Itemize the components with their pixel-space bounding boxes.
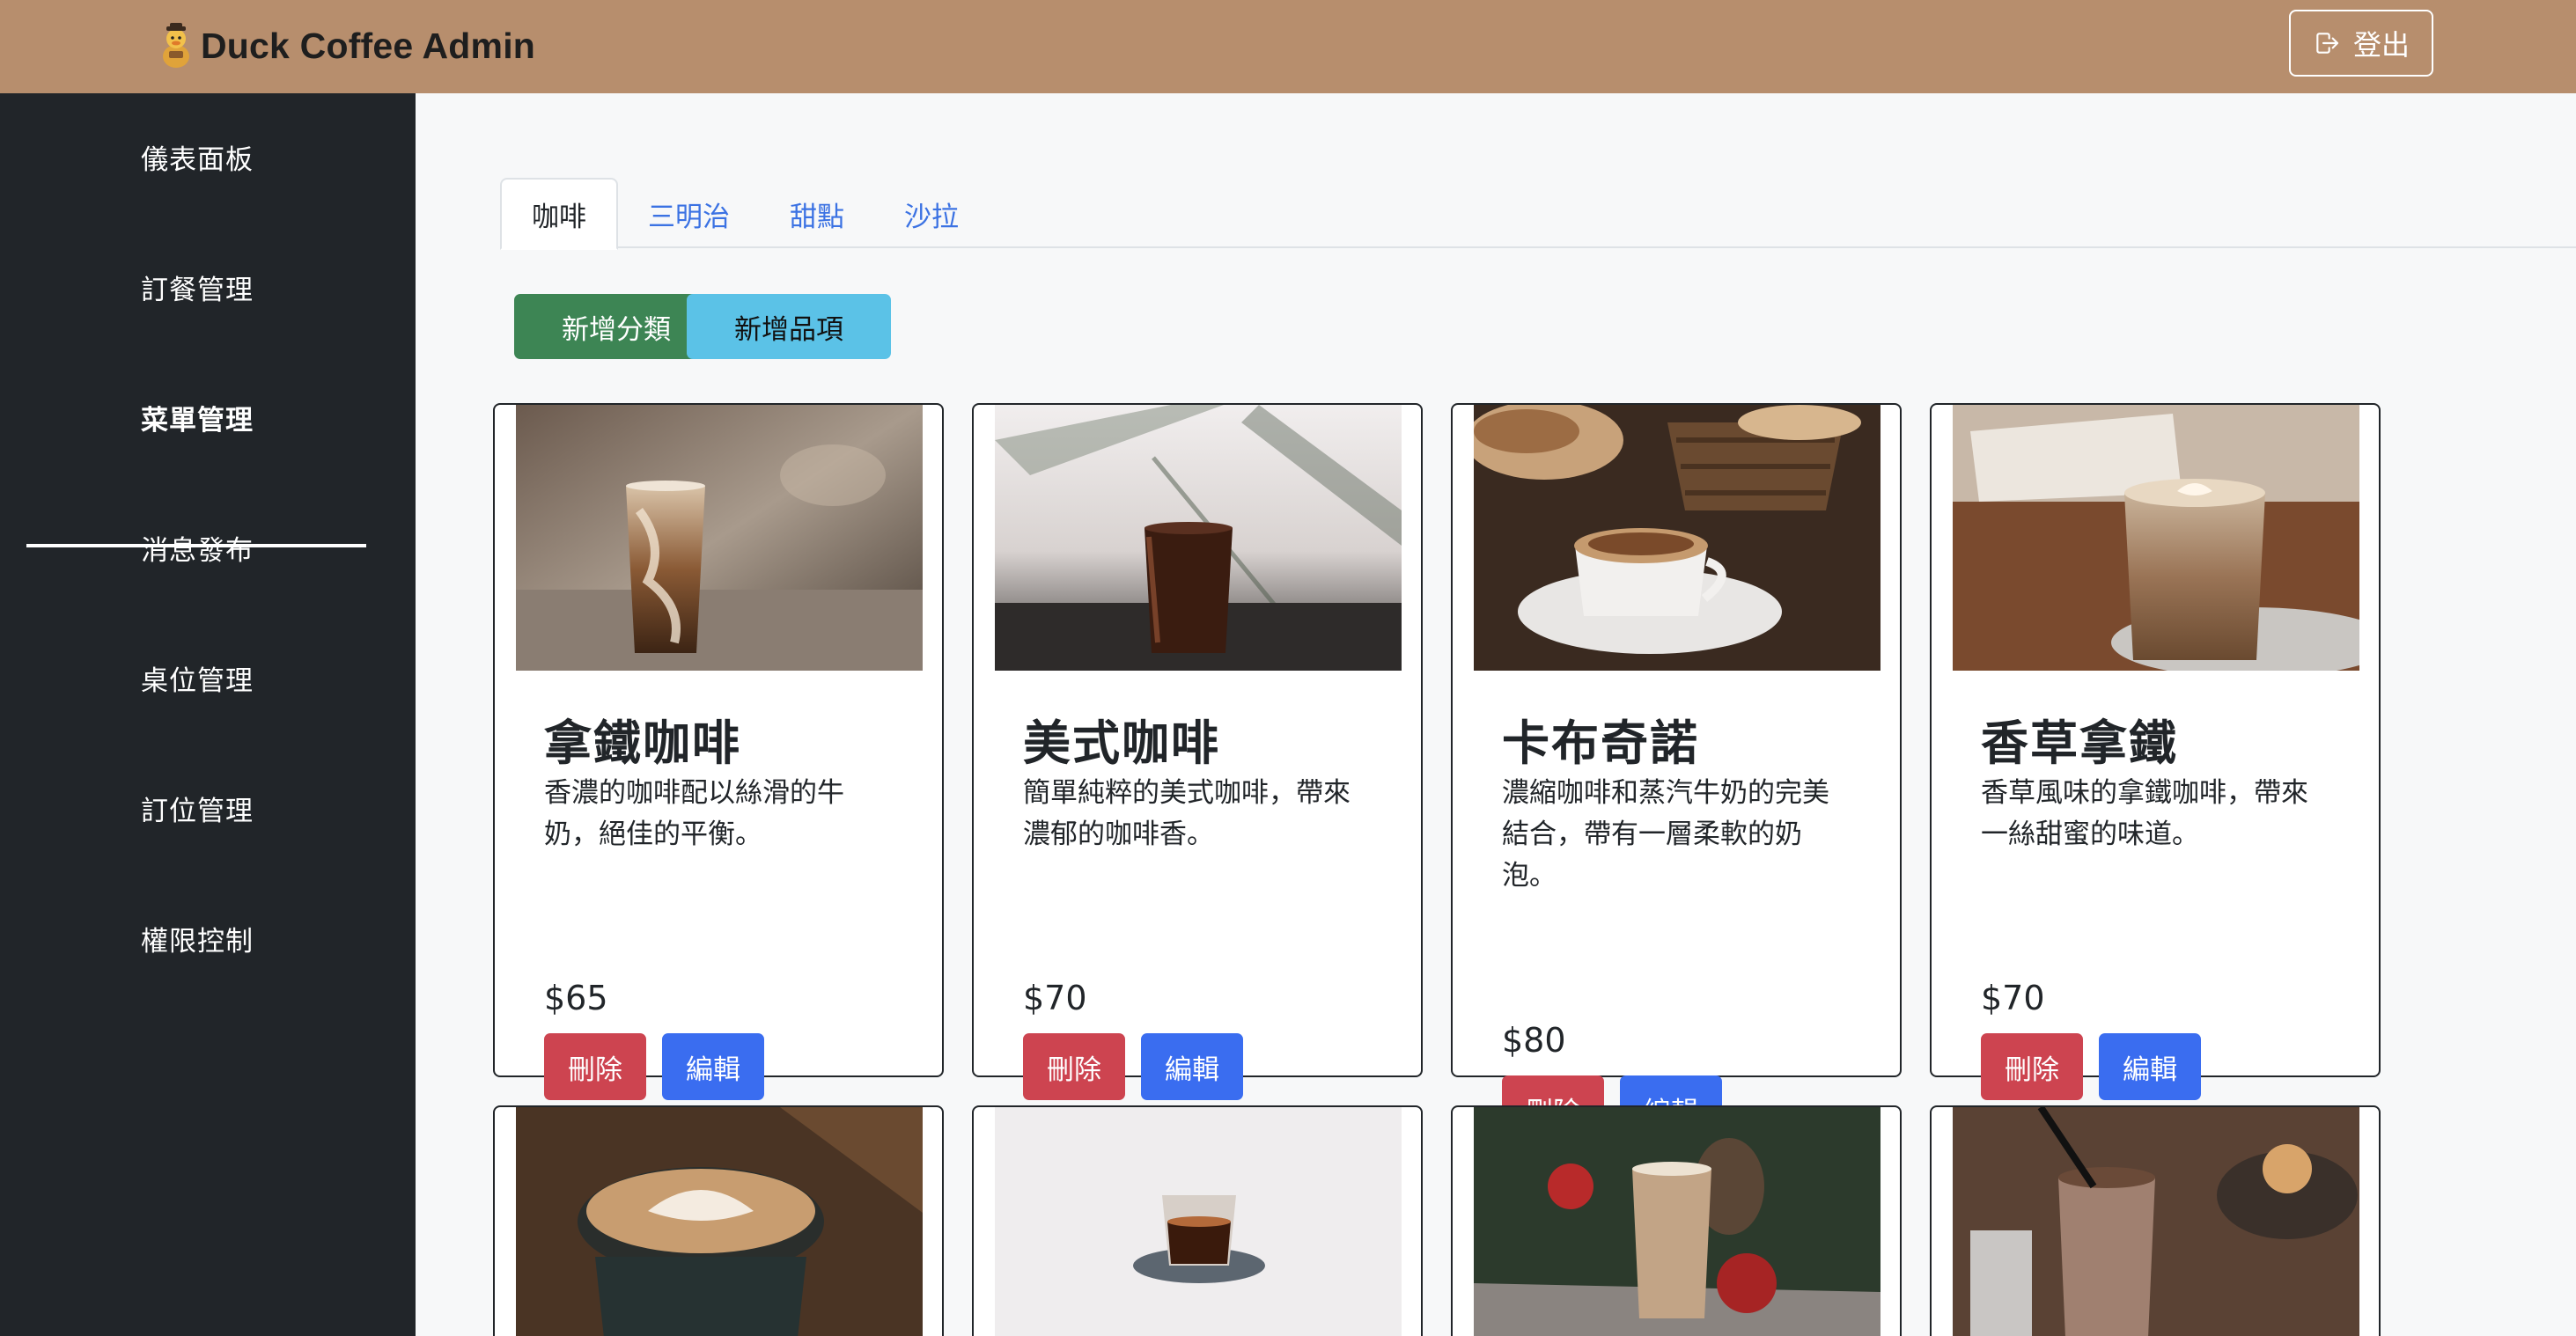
delete-button[interactable]: 刪除 xyxy=(1023,1033,1125,1100)
cappuccino-photo xyxy=(1474,405,1880,671)
menu-item-card: 卡布奇諾 濃縮咖啡和蒸汽牛奶的完美 結合，帶有一層柔軟的奶 泡。 $80 刪除 … xyxy=(1451,403,1902,1142)
sidebar-item-permissions[interactable]: 權限控制 xyxy=(26,903,366,973)
sidebar-item-label: 權限控制 xyxy=(141,925,254,958)
item-price: $65 xyxy=(544,979,608,1017)
sidebar-item-label: 菜單管理 xyxy=(141,404,254,437)
description-line: 濃縮咖啡和蒸汽牛奶的完美 xyxy=(1502,777,1829,809)
main-content: 咖啡 三明治 甜點 沙拉 新增分類 新增品項 拿鐵咖啡 香濃的咖啡配以絲滑的牛 … xyxy=(416,93,2576,1336)
latte-photo xyxy=(516,405,923,671)
menu-item-card: 拿鐵咖啡 香濃的咖啡配以絲滑的牛 奶，絕佳的平衡。 $65 刪除 編輯 xyxy=(493,403,944,1100)
sidebar-item-menu[interactable]: 菜單管理 xyxy=(26,382,366,452)
logout-button[interactable]: 登出 xyxy=(2289,10,2433,77)
description-line: 濃郁的咖啡香。 xyxy=(1023,818,1214,850)
description-line: 一絲甜蜜的味道。 xyxy=(1981,818,2199,850)
flat-white-photo xyxy=(516,1107,923,1336)
sidebar-item-label: 桌位管理 xyxy=(141,664,254,697)
vanilla-latte-photo xyxy=(1953,405,2359,671)
menu-item-card xyxy=(972,1105,1423,1336)
item-name: 美式咖啡 xyxy=(1023,716,1220,771)
item-name: 拿鐵咖啡 xyxy=(544,716,741,771)
item-description: 香草風味的拿鐵咖啡，帶來 一絲甜蜜的味道。 xyxy=(1981,773,2329,855)
description-line: 泡。 xyxy=(1502,860,1557,892)
description-line: 結合，帶有一層柔軟的奶 xyxy=(1502,818,1802,850)
seasonal-latte-photo xyxy=(1474,1107,1880,1336)
tab-dessert[interactable]: 甜點 xyxy=(760,178,874,250)
sidebar-item-label: 訂位管理 xyxy=(141,795,254,827)
mocha-photo xyxy=(1953,1107,2359,1336)
sidebar-item-reservations[interactable]: 訂位管理 xyxy=(26,773,366,843)
description-line: 香草風味的拿鐵咖啡，帶來 xyxy=(1981,777,2308,809)
item-name: 卡布奇諾 xyxy=(1502,716,1699,771)
tab-label: 沙拉 xyxy=(904,201,959,233)
tab-label: 甜點 xyxy=(790,201,844,233)
card-actions: 刪除 編輯 xyxy=(1023,1033,1243,1100)
sidebar-item-orders[interactable]: 訂餐管理 xyxy=(26,252,366,322)
logout-label: 登出 xyxy=(2352,28,2410,62)
menu-item-card xyxy=(493,1105,944,1336)
sidebar-item-tables[interactable]: 桌位管理 xyxy=(26,642,366,713)
sidebar-item-news[interactable]: 消息發布 xyxy=(26,512,366,583)
top-navbar: Duck Coffee Admin 登出 xyxy=(0,0,2576,93)
edit-button[interactable]: 編輯 xyxy=(1141,1033,1243,1100)
item-price: $70 xyxy=(1023,979,1087,1017)
sidebar-item-label: 儀表面板 xyxy=(141,143,254,176)
menu-item-card xyxy=(1930,1105,2381,1336)
brand[interactable]: Duck Coffee Admin xyxy=(158,19,535,72)
item-price: $80 xyxy=(1502,1021,1566,1060)
logout-icon xyxy=(2316,33,2339,54)
description-line: 簡單純粹的美式咖啡，帶來 xyxy=(1023,777,1351,809)
description-line: 香濃的咖啡配以絲滑的牛 xyxy=(544,777,844,809)
edit-button[interactable]: 編輯 xyxy=(662,1033,764,1100)
americano-photo xyxy=(995,405,1402,671)
brand-name: Duck Coffee Admin xyxy=(201,25,536,66)
add-item-button[interactable]: 新增品項 xyxy=(687,294,891,359)
sidebar-item-label: 消息發布 xyxy=(141,534,254,567)
edit-button[interactable]: 編輯 xyxy=(2099,1033,2201,1100)
sidebar: 儀表面板 訂餐管理 菜單管理 消息發布 桌位管理 訂位管理 權限控制 xyxy=(0,93,416,1336)
delete-button[interactable]: 刪除 xyxy=(544,1033,646,1100)
item-description: 簡單純粹的美式咖啡，帶來 濃郁的咖啡香。 xyxy=(1023,773,1372,855)
item-price: $70 xyxy=(1981,979,2045,1017)
tab-sandwich[interactable]: 三明治 xyxy=(618,178,760,250)
espresso-photo xyxy=(995,1107,1402,1336)
item-description: 香濃的咖啡配以絲滑的牛 奶，絕佳的平衡。 xyxy=(544,773,893,855)
delete-button[interactable]: 刪除 xyxy=(1981,1033,2083,1100)
menu-item-card xyxy=(1451,1105,1902,1336)
card-actions: 刪除 編輯 xyxy=(1981,1033,2201,1100)
menu-item-card: 香草拿鐵 香草風味的拿鐵咖啡，帶來 一絲甜蜜的味道。 $70 刪除 編輯 xyxy=(1930,403,2381,1100)
tab-salad[interactable]: 沙拉 xyxy=(874,178,989,250)
item-description: 濃縮咖啡和蒸汽牛奶的完美 結合，帶有一層柔軟的奶 泡。 xyxy=(1502,773,1851,897)
description-line: 奶，絕佳的平衡。 xyxy=(544,818,762,850)
sidebar-item-label: 訂餐管理 xyxy=(141,274,254,306)
tab-label: 咖啡 xyxy=(532,201,586,233)
tab-coffee[interactable]: 咖啡 xyxy=(500,178,618,250)
menu-item-card: 美式咖啡 簡單純粹的美式咖啡，帶來 濃郁的咖啡香。 $70 刪除 編輯 xyxy=(972,403,1423,1100)
item-name: 香草拿鐵 xyxy=(1981,716,2178,771)
card-actions: 刪除 編輯 xyxy=(544,1033,764,1100)
duck-logo-icon xyxy=(163,23,189,68)
category-tabs: 咖啡 三明治 甜點 沙拉 xyxy=(500,178,2576,250)
tab-label: 三明治 xyxy=(648,201,730,233)
sidebar-item-dashboard[interactable]: 儀表面板 xyxy=(26,121,366,192)
